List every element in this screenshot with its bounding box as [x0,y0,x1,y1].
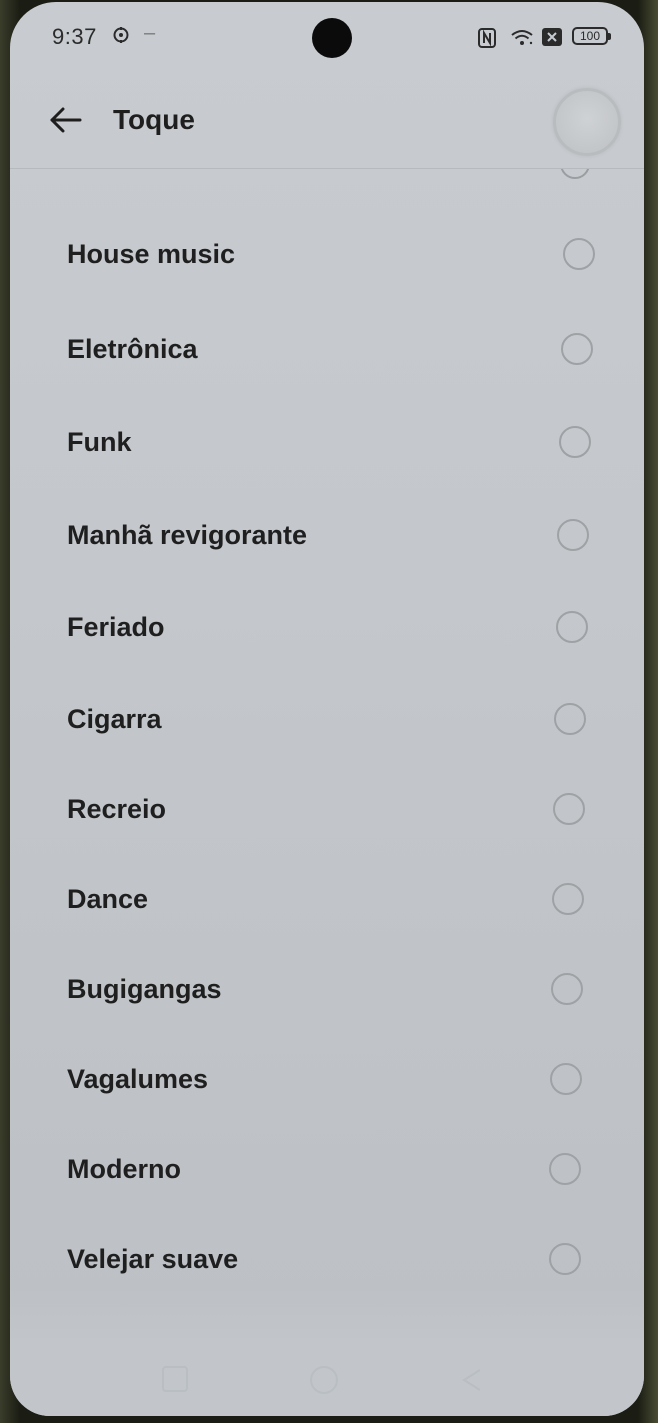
radio-button[interactable] [554,703,586,735]
ringtone-item[interactable]: Vagalumes [10,1034,644,1124]
front-camera [312,18,352,58]
radio-button[interactable] [549,1243,581,1275]
radio-button[interactable] [553,793,585,825]
play-ringtone-button[interactable] [553,88,621,156]
menu-icon[interactable] [162,1366,188,1392]
home-icon[interactable] [310,1366,338,1394]
ringtone-item[interactable]: Moderno [10,1124,644,1214]
radio-button[interactable] [559,426,591,458]
navigation-bar [10,1344,644,1416]
sim-off-icon [542,28,562,46]
ringtone-label: Dance [67,884,149,914]
screen: 9:37 – 100 Toque House music Eletrônica … [10,2,644,1416]
battery-icon: 100 [572,27,611,45]
ringtone-item[interactable]: Funk [10,397,644,487]
radio-button[interactable] [561,333,593,365]
ringtone-label: Moderno [67,1154,181,1184]
ringtone-list: House music Eletrônica Funk Manhã revigoran… [10,169,644,1344]
radio-button[interactable] [551,973,583,1005]
app-header: Toque [10,72,644,169]
ringtone-label: Recreio [67,794,167,824]
status-bar: 9:37 – 100 [10,2,644,72]
ringtone-label: Feriado [67,612,165,642]
radio-button[interactable] [552,883,584,915]
ringtone-item[interactable]: Manhã revigorante [10,490,644,580]
page-title: Toque [113,104,195,135]
list-fade [10,1289,644,1344]
wifi-icon [511,30,533,45]
ringtone-label: Eletrônica [67,334,198,364]
radio-button[interactable] [560,169,590,179]
ringtone-label: Velejar suave [67,1244,239,1274]
radio-button[interactable] [556,611,588,643]
back-icon[interactable] [458,1366,486,1394]
ringtone-item[interactable]: Feriado [10,582,644,672]
status-time: 9:37 [52,24,97,49]
ringtone-label: Bugigangas [67,974,222,1004]
ringtone-item[interactable]: Recreio [10,764,644,854]
ringtone-item[interactable]: Dance [10,854,644,944]
ringtone-label: Cigarra [67,704,162,734]
radio-button[interactable] [563,238,595,270]
back-arrow-icon[interactable] [46,100,86,140]
phone-frame: 9:37 – 100 Toque House music Eletrônica … [0,0,658,1423]
ringtone-label: Funk [67,427,132,457]
radio-button[interactable] [549,1153,581,1185]
nfc-icon [478,28,496,48]
ringtone-label: House music [67,239,236,269]
ringtone-item[interactable]: Eletrônica [10,304,644,394]
radio-button[interactable] [557,519,589,551]
status-dash: – [144,22,156,44]
gear-icon [113,27,129,43]
ringtone-item[interactable]: Cigarra [10,674,644,764]
ringtone-label: Manhã revigorante [67,520,308,550]
ringtone-item[interactable]: House music [10,209,644,299]
radio-button[interactable] [550,1063,582,1095]
ringtone-label: Vagalumes [67,1064,209,1094]
ringtone-item[interactable]: Bugigangas [10,944,644,1034]
